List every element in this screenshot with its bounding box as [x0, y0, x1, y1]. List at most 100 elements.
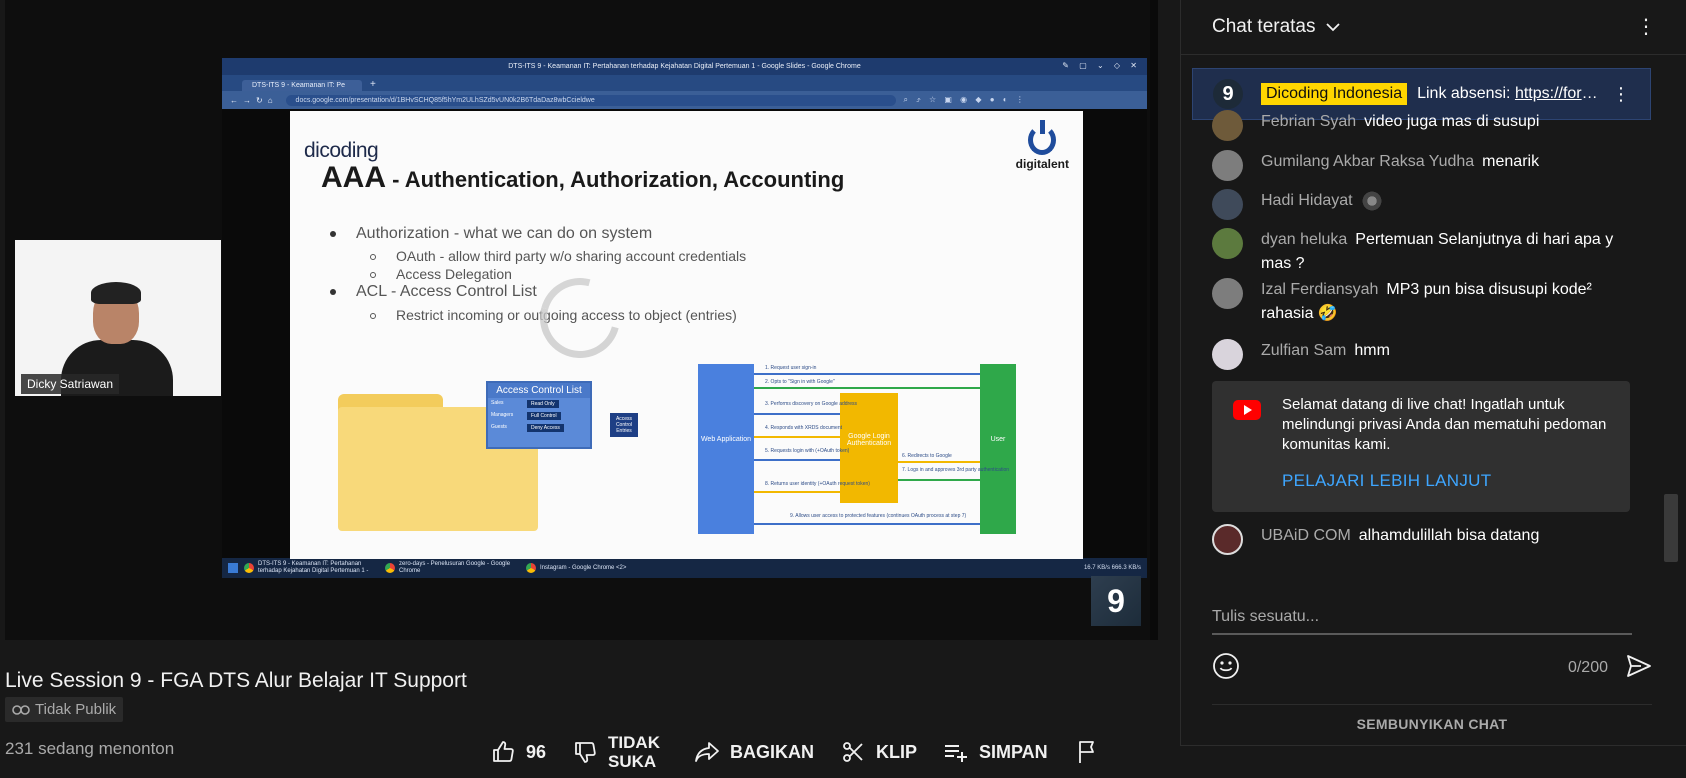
chrome-icon	[526, 563, 536, 573]
flow-label: 3. Performs discovery on Google address	[765, 401, 857, 407]
flow-label: 5. Requests login with (+OAuth token)	[765, 448, 850, 454]
chat-input-placeholder[interactable]: Tulis sesuatu...	[1212, 608, 1632, 635]
video-player[interactable]: DTS-ITS 9 - Keamanan IT: Pertahanan terh…	[5, 0, 1150, 640]
share-taskbar: DTS-ITS 9 - Keamanan IT: Pertahanan terh…	[222, 558, 1147, 578]
viewer-count: 231 sedang menonton	[5, 739, 175, 758]
chat-message: UBAiD COM alhamdulillah bisa datang	[1212, 524, 1642, 555]
dislike-button[interactable]: TIDAK SUKA	[572, 733, 660, 771]
chat-message: Zulfian Sam hmm	[1212, 339, 1642, 370]
youtube-logo-icon	[1233, 400, 1261, 420]
flow-arrow	[754, 413, 840, 415]
channel-watermark[interactable]: 9	[1091, 576, 1141, 626]
send-icon[interactable]	[1626, 654, 1652, 683]
chat-message: dyan heluka Pertemuan Selanjutnya di hari…	[1212, 228, 1642, 276]
flow-label: 6. Redirects to Google	[902, 453, 952, 459]
loading-sticker-icon	[1360, 189, 1383, 212]
save-button[interactable]: SIMPAN	[943, 739, 1048, 765]
flag-icon	[1074, 739, 1100, 765]
avatar	[1212, 189, 1243, 220]
share-arrow-icon	[694, 739, 720, 765]
pinned-text: Link absensi: https://forms.gle	[1417, 85, 1609, 103]
taskbar-item: Instagram - Google Chrome <2>	[526, 563, 661, 573]
flow-arrow	[754, 436, 840, 438]
chat-header: Chat teratas ⋮	[1181, 0, 1686, 55]
chevron-down-icon	[1325, 22, 1340, 31]
share-window-title: DTS-ITS 9 - Keamanan IT: Pertahanan terh…	[508, 63, 861, 70]
acl-table: Access Control List Sales Read Only Manag…	[486, 381, 592, 449]
chat-message: Febrian Syah video juga mas di susupi	[1212, 110, 1642, 141]
flow-label: 8. Returns user identity (+OAuth request…	[765, 481, 870, 487]
presenter-hair	[91, 282, 141, 304]
avatar	[1212, 110, 1243, 141]
flow-label: 1. Request user sign-in	[765, 365, 817, 371]
share-button[interactable]: BAGIKAN	[694, 739, 814, 765]
flow-arrow	[898, 479, 980, 481]
slide-sub-bullet: Access Delegation	[370, 266, 512, 282]
system-tray: 16.7 KB/s 666.3 KB/s	[1083, 565, 1141, 571]
flow-arrow	[898, 461, 980, 463]
flow-label: 4. Responds with XRDS document	[765, 425, 842, 431]
avatar	[1212, 278, 1243, 309]
video-column: DTS-ITS 9 - Keamanan IT: Pertahanan terh…	[0, 0, 1180, 778]
more-vert-icon[interactable]: ⋮	[1612, 84, 1630, 105]
presenter-name: Dicky Satriawan	[21, 374, 120, 394]
visibility-badge: Tidak Publik	[5, 697, 124, 722]
thumbs-up-icon	[490, 739, 516, 765]
dicoding-logo: dicoding	[304, 139, 379, 162]
flow-label: 9. Allows user access to protected featu…	[790, 513, 967, 519]
player-edge	[1150, 0, 1158, 640]
slide-sub-bullet: OAuth - allow third party w/o sharing ac…	[370, 248, 746, 264]
chrome-icon	[385, 563, 395, 573]
clip-button[interactable]: KLIP	[840, 739, 917, 765]
live-chat-panel: Chat teratas ⋮ 9 Dicoding Indonesia Link…	[1180, 0, 1686, 746]
slide-title: AAA - Authentication, Authorization, Acc…	[321, 161, 845, 194]
learn-more-link[interactable]: PELAJARI LEBIH LANJUT	[1282, 471, 1491, 491]
pinned-link[interactable]: https://forms.gle	[1515, 85, 1609, 102]
share-address-bar: ←→↻⌂ docs.google.com/presentation/d/1BHv…	[222, 91, 1147, 109]
digitalent-logo: digitalent	[1016, 120, 1069, 171]
notice-text: Selamat datang di live chat! Ingatlah un…	[1282, 396, 1607, 453]
flow-label: 7. Logs in and approves 3rd party authen…	[902, 467, 1010, 473]
chrome-icon	[244, 563, 254, 573]
acl-entries-box: Access Control Entries	[610, 413, 638, 437]
browser-nav-icon: ←→↻⌂	[230, 95, 278, 105]
browser-extensions-icon: ⌕ ⤴ ☆ ▣ ◉ ◆ ● ◐ ⋮	[903, 95, 1027, 104]
hide-chat-button[interactable]: SEMBUNYIKAN CHAT	[1212, 704, 1652, 742]
flow-arrow	[754, 459, 840, 461]
video-title: Live Session 9 - FGA DTS Alur Belajar IT…	[5, 669, 467, 692]
like-button[interactable]: 96	[490, 739, 546, 765]
avatar: 9	[1213, 79, 1243, 109]
taskbar-item: DTS-ITS 9 - Keamanan IT: Pertahanan terh…	[244, 561, 379, 575]
chat-message: Hadi Hidayat	[1212, 189, 1642, 220]
emoji-icon[interactable]	[1212, 652, 1240, 685]
more-vert-icon[interactable]: ⋮	[1636, 17, 1656, 37]
report-button[interactable]	[1074, 739, 1100, 765]
start-icon	[228, 563, 238, 573]
presentation-slide: dicoding digitalent AAA - Authentication…	[290, 111, 1083, 559]
avatar	[1212, 524, 1243, 555]
chat-scrollbar[interactable]	[1664, 494, 1678, 562]
chat-welcome-notice: Selamat datang di live chat! Ingatlah un…	[1212, 381, 1630, 512]
chat-messages: Febrian Syah video juga mas di susupi Gum…	[1181, 110, 1671, 566]
avatar	[1212, 228, 1243, 259]
chat-message: Gumilang Akbar Raksa Yudha menarik	[1212, 150, 1642, 181]
web-application-box: Web Application	[698, 364, 754, 534]
scissors-icon	[840, 739, 866, 765]
thumbs-down-icon	[572, 739, 598, 765]
flow-arrow	[754, 491, 840, 493]
chat-input[interactable]: Tulis sesuatu...	[1212, 608, 1632, 635]
playlist-add-icon	[943, 739, 969, 765]
chat-mode-dropdown[interactable]: Chat teratas	[1212, 16, 1340, 38]
flow-arrow	[754, 373, 980, 375]
share-tab: DTS-ITS 9 - Keamanan IT: Pe	[242, 80, 362, 91]
flow-arrow	[754, 523, 980, 525]
share-tab-strip: DTS-ITS 9 - Keamanan IT: Pe +	[222, 75, 1147, 91]
pinned-author: Dicoding Indonesia	[1261, 83, 1408, 105]
digitalent-mark-icon	[1028, 120, 1057, 155]
flow-arrow	[754, 387, 980, 389]
flow-label: 2. Opts to "Sign in with Google"	[765, 379, 835, 385]
window-controls-icon: ✎ ▢ ⌄ ◇ ✕	[1062, 61, 1141, 70]
presenter-camera: Dicky Satriawan	[15, 240, 221, 396]
slide-bullet: Authorization - what we can do on system	[330, 225, 652, 243]
share-title-bar: DTS-ITS 9 - Keamanan IT: Pertahanan terh…	[222, 58, 1147, 75]
